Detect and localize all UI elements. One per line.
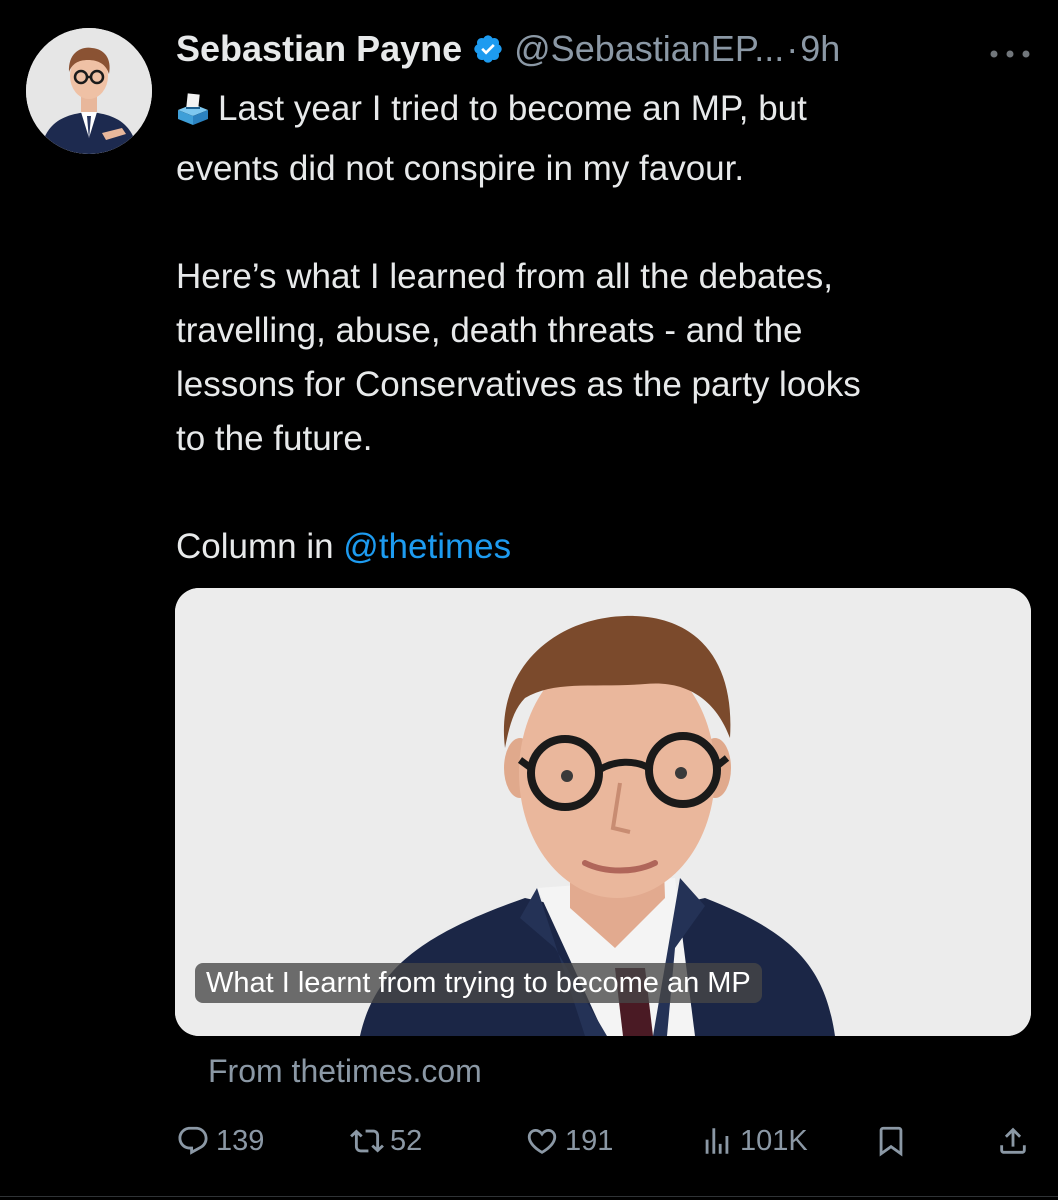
repost-count: 52 [390,1124,423,1157]
bookmark-button[interactable] [874,1115,908,1167]
column-prefix: Column in [176,527,344,566]
reply-count: 139 [216,1124,265,1157]
views-count: 101K [740,1124,808,1157]
reply-icon [176,1124,210,1158]
share-button[interactable] [996,1115,1030,1167]
share-icon [996,1124,1030,1158]
tweet-text: Last year I tried to become an MP, but e… [176,82,1026,574]
reply-button[interactable]: 139 [176,1115,264,1167]
tweet-time[interactable]: 9h [800,26,840,72]
views-button[interactable]: 101K [700,1115,808,1167]
tweet-paragraph-2: Here’s what I learned from all the debat… [176,257,861,458]
bookmark-icon [874,1124,908,1158]
tweet-header: Sebastian Payne @SebastianEP... · 9h [176,24,1036,74]
card-source[interactable]: From thetimes.com [208,1051,482,1091]
author-handle[interactable]: @SebastianEP... [514,26,784,72]
repost-icon [350,1124,384,1158]
like-icon [525,1124,559,1158]
link-card[interactable]: What I learnt from trying to become an M… [175,588,1031,1036]
divider [0,1196,1058,1197]
like-button[interactable]: 191 [525,1115,613,1167]
more-icon[interactable] [988,26,1032,72]
card-title[interactable]: What I learnt from trying to become an M… [195,963,762,1003]
tweet-line-2: events did not conspire in my favour. [176,149,745,188]
tweet-line-1: Last year I tried to become an MP, but [218,89,807,128]
repost-button[interactable]: 52 [350,1115,422,1167]
like-count: 191 [565,1124,614,1157]
ballot-box-icon [176,88,210,142]
mention-link[interactable]: @thetimes [343,527,511,566]
separator-dot: · [786,28,799,69]
author-name[interactable]: Sebastian Payne [176,26,462,72]
avatar[interactable] [26,28,152,154]
avatar-image [26,28,152,154]
views-icon [700,1124,734,1158]
verified-badge-icon[interactable] [472,33,504,65]
action-bar: 139 52 191 101K [170,1115,1036,1167]
